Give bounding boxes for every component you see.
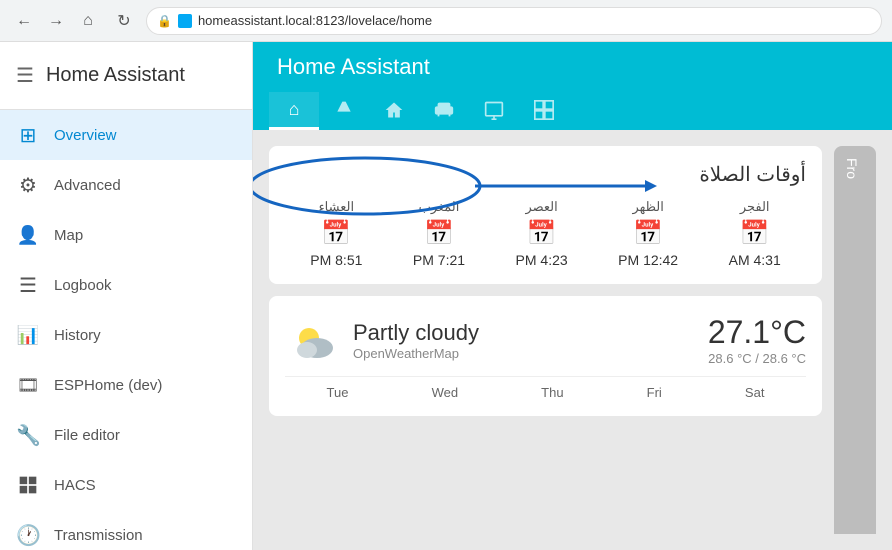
- transmission-icon: 🕐: [16, 523, 40, 548]
- top-bar: Home Assistant: [253, 42, 892, 92]
- hacs-icon: [16, 475, 40, 495]
- url-text: homeassistant.local:8123/lovelace/home: [198, 13, 432, 28]
- weather-day-sat: Sat: [745, 385, 765, 400]
- content-area: أوقات الصلاة الفجر 📅 4:31 AM الظهر 📅 12:…: [253, 130, 892, 550]
- history-icon: 📊: [16, 325, 40, 346]
- prayer-icon-maghrib: 📅: [424, 219, 454, 248]
- tab-house[interactable]: [369, 92, 419, 130]
- prayer-icon-fajr: 📅: [740, 219, 770, 248]
- weather-card: Partly cloudy OpenWeatherMap 27.1°C 28.6…: [269, 296, 822, 416]
- sidebar-label-history: History: [54, 327, 101, 344]
- app-layout: ☰ Home Assistant ⊞ Overview ⚙ Advanced 👤…: [0, 42, 892, 550]
- sidebar-item-esphome[interactable]: 🎞 ESPHome (dev): [0, 360, 252, 410]
- hamburger-icon[interactable]: ☰: [16, 63, 34, 88]
- sidebar-item-overview[interactable]: ⊞ Overview: [0, 110, 252, 160]
- sidebar-label-esphome: ESPHome (dev): [54, 377, 162, 394]
- forward-button[interactable]: →: [42, 7, 70, 35]
- advanced-icon: ⚙: [16, 173, 40, 198]
- prayer-time-value-isha: 8:51 PM: [310, 252, 362, 268]
- prayer-times-row: الفجر 📅 4:31 AM الظهر 📅 12:42 PM العصر 📅: [285, 199, 806, 268]
- browser-chrome: ← → ⌂ ↻ 🔒 homeassistant.local:8123/lovel…: [0, 0, 892, 42]
- tab-monitor[interactable]: [469, 92, 519, 130]
- address-bar[interactable]: 🔒 homeassistant.local:8123/lovelace/home: [146, 7, 882, 35]
- prayer-time-dhuhr: الظهر 📅 12:42 PM: [618, 199, 678, 268]
- sidebar-title: Home Assistant: [46, 64, 185, 87]
- right-panel: Fro: [834, 146, 876, 534]
- sidebar-label-hacs: HACS: [54, 477, 96, 494]
- main-column: أوقات الصلاة الفجر 📅 4:31 AM الظهر 📅 12:…: [269, 146, 822, 534]
- weather-info: Partly cloudy OpenWeatherMap: [353, 320, 696, 361]
- refresh-button[interactable]: ↻: [110, 7, 138, 35]
- nav-buttons: ← → ⌂: [10, 7, 102, 35]
- sidebar-label-transmission: Transmission: [54, 527, 143, 544]
- weather-icon: [285, 312, 341, 368]
- partly-cloudy-svg: [287, 314, 339, 366]
- tab-bar: ⌂: [253, 92, 892, 130]
- prayer-time-asr: العصر 📅 4:23 PM: [516, 199, 568, 268]
- tab-sofa[interactable]: [419, 92, 469, 130]
- weather-days-row: Tue Wed Thu Fri Sat: [285, 376, 806, 400]
- prayer-icon-dhuhr: 📅: [633, 219, 663, 248]
- tab-home[interactable]: ⌂: [269, 92, 319, 130]
- overview-icon: ⊞: [16, 123, 40, 148]
- home-button[interactable]: ⌂: [74, 7, 102, 35]
- logbook-icon: ☰: [16, 273, 40, 298]
- prayer-card: أوقات الصلاة الفجر 📅 4:31 AM الظهر 📅 12:…: [269, 146, 822, 284]
- main-content: Home Assistant ⌂: [253, 42, 892, 550]
- weather-day-thu: Thu: [541, 385, 563, 400]
- prayer-time-value-dhuhr: 12:42 PM: [618, 252, 678, 268]
- sidebar-nav: ⊞ Overview ⚙ Advanced 👤 Map ☰ Logbook 📊 …: [0, 110, 252, 550]
- sidebar-label-overview: Overview: [54, 127, 117, 144]
- weather-temp-block: 27.1°C 28.6 °C / 28.6 °C: [708, 314, 806, 366]
- sidebar-label-logbook: Logbook: [54, 277, 112, 294]
- prayer-time-value-fajr: 4:31 AM: [729, 252, 781, 268]
- prayer-icon-isha: 📅: [321, 219, 351, 248]
- weather-main: Partly cloudy OpenWeatherMap 27.1°C 28.6…: [285, 312, 806, 368]
- tab-network[interactable]: [519, 92, 569, 130]
- prayer-time-maghrib: المغرب 📅 7:21 PM: [413, 199, 465, 268]
- prayer-time-value-asr: 4:23 PM: [516, 252, 568, 268]
- favicon: [178, 14, 192, 28]
- sidebar-label-advanced: Advanced: [54, 177, 121, 194]
- weather-day-fri: Fri: [647, 385, 662, 400]
- sidebar-item-transmission[interactable]: 🕐 Transmission: [0, 510, 252, 550]
- prayer-name-fajr: الفجر: [740, 199, 770, 215]
- sidebar-item-hacs[interactable]: HACS: [0, 460, 252, 510]
- sidebar-item-history[interactable]: 📊 History: [0, 310, 252, 360]
- prayer-time-isha: العشاء 📅 8:51 PM: [310, 199, 362, 268]
- prayer-time-fajr: الفجر 📅 4:31 AM: [729, 199, 781, 268]
- prayer-name-maghrib: المغرب: [419, 199, 460, 215]
- weather-condition: Partly cloudy: [353, 320, 696, 346]
- prayer-name-dhuhr: الظهر: [632, 199, 663, 215]
- sidebar: ☰ Home Assistant ⊞ Overview ⚙ Advanced 👤…: [0, 42, 253, 550]
- prayer-time-value-maghrib: 7:21 PM: [413, 252, 465, 268]
- map-icon: 👤: [16, 225, 40, 246]
- sidebar-item-file-editor[interactable]: 🔧 File editor: [0, 410, 252, 460]
- sidebar-item-advanced[interactable]: ⚙ Advanced: [0, 160, 252, 210]
- prayer-icon-asr: 📅: [527, 219, 557, 248]
- sidebar-label-map: Map: [54, 227, 83, 244]
- lock-icon: 🔒: [157, 14, 172, 28]
- prayer-name-isha: العشاء: [319, 199, 355, 215]
- file-editor-icon: 🔧: [16, 423, 40, 448]
- sidebar-item-map[interactable]: 👤 Map: [0, 210, 252, 260]
- tab-person[interactable]: [319, 92, 369, 130]
- weather-day-wed: Wed: [432, 385, 459, 400]
- back-button[interactable]: ←: [10, 7, 38, 35]
- prayer-name-asr: العصر: [525, 199, 557, 215]
- weather-temperature: 27.1°C: [708, 314, 806, 351]
- sidebar-label-file-editor: File editor: [54, 427, 120, 444]
- right-panel-label: Fro: [834, 146, 870, 191]
- weather-day-tue: Tue: [327, 385, 349, 400]
- esphome-icon: 🎞: [16, 375, 40, 396]
- weather-source: OpenWeatherMap: [353, 346, 696, 361]
- prayer-card-title: أوقات الصلاة: [285, 162, 806, 187]
- sidebar-header: ☰ Home Assistant: [0, 42, 252, 110]
- top-bar-title: Home Assistant: [269, 54, 876, 80]
- sidebar-item-logbook[interactable]: ☰ Logbook: [0, 260, 252, 310]
- weather-minmax: 28.6 °C / 28.6 °C: [708, 351, 806, 366]
